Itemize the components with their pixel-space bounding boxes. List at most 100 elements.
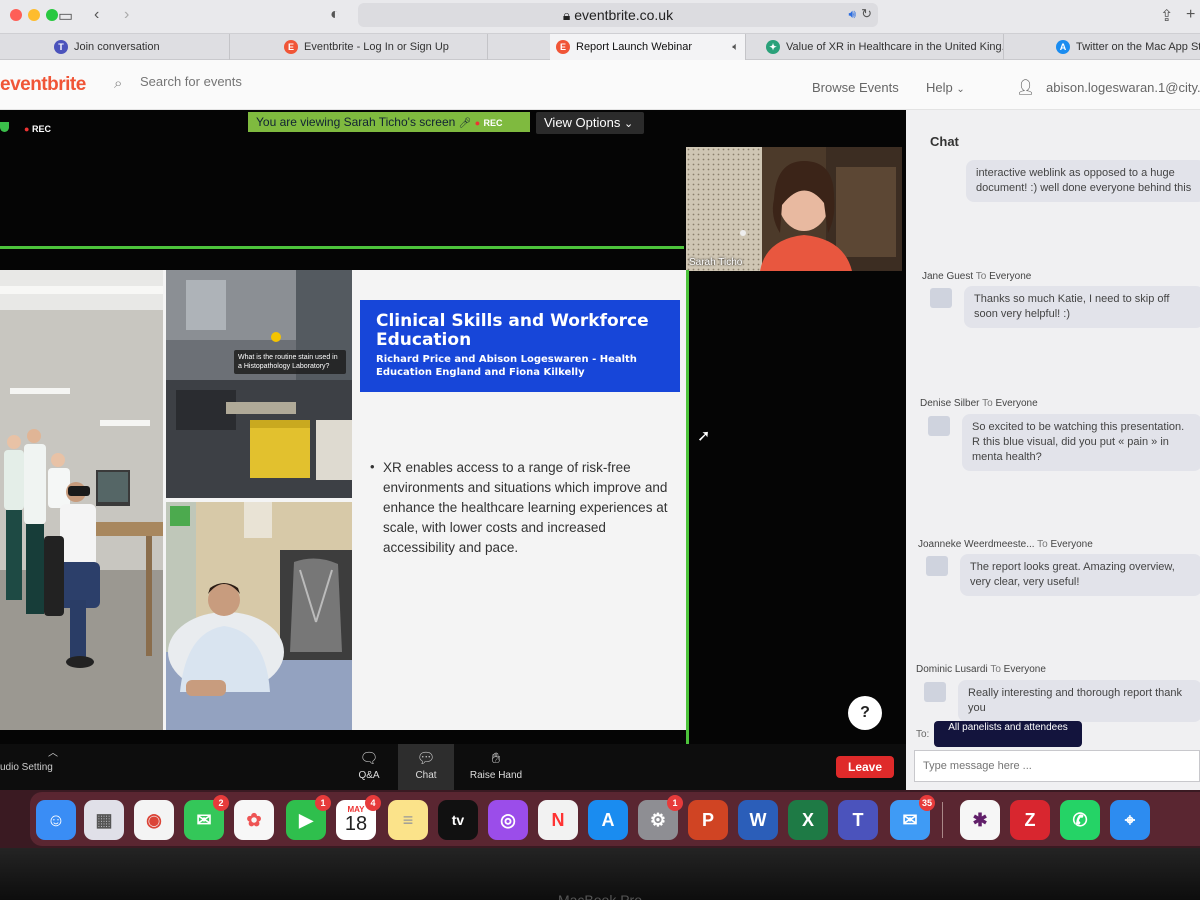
safari-icon[interactable]: ⌖ (1110, 800, 1150, 840)
news-icon[interactable]: N (538, 800, 578, 840)
audio-setting-button[interactable]: udio Setting (0, 762, 53, 773)
xr-icon: ✦ (766, 40, 780, 54)
caret-up-icon[interactable]: ︿ (48, 744, 58, 759)
chat-to-label: To: (916, 729, 930, 740)
view-options-button[interactable]: View Options ⌄ (536, 112, 644, 134)
slack-icon[interactable]: ✱ (960, 800, 1000, 840)
zoom-window-button[interactable] (46, 9, 58, 21)
facetime-icon[interactable]: ▶ 1 (286, 795, 331, 840)
user-icon[interactable]: 👤︎ (1016, 78, 1035, 96)
patient-xray-photo (166, 502, 352, 730)
whatsapp-icon[interactable]: ✆ (1060, 800, 1100, 840)
launchpad-icon[interactable]: ▦ (84, 800, 124, 840)
excel-icon[interactable]: X (788, 800, 828, 840)
zotero-icon[interactable]: Z (1010, 800, 1050, 840)
reload-icon[interactable]: ↻ (861, 6, 872, 22)
mic-muted-icon: 🎤︎ (458, 118, 472, 129)
badge: 1 (667, 795, 683, 811)
teams-icon: T (54, 40, 68, 54)
share-icon[interactable]: ⇪ (1160, 6, 1173, 26)
new-tab-icon[interactable]: + (1186, 6, 1195, 24)
help-menu[interactable]: Help ⌄ (926, 80, 965, 95)
chat-recipient-select[interactable]: All panelists and attendees (934, 721, 1082, 747)
tab-twitter-app-store[interactable]: A Twitter on the Mac App Store (1050, 34, 1200, 60)
photos-icon[interactable]: ✿ (234, 800, 274, 840)
apple-tv-icon[interactable]: tv (438, 800, 478, 840)
system-preferences-icon[interactable]: ⚙ 1 (638, 795, 683, 840)
bullet-icon: • (370, 459, 375, 474)
tab-report-launch-webinar[interactable]: E Report Launch Webinar 🔈︎ (550, 34, 746, 60)
chat-message: Really interesting and thorough report t… (958, 680, 1200, 722)
chat-header: Chat (930, 134, 959, 149)
finder-icon[interactable]: ☺ (36, 800, 76, 840)
close-window-button[interactable] (10, 9, 22, 21)
tab-join-conversation[interactable]: T Join conversation (48, 34, 230, 60)
search-input[interactable] (140, 74, 340, 89)
tab-eventbrite-login[interactable]: E Eventbrite - Log In or Sign Up (278, 34, 488, 60)
presenter-video-image (686, 147, 902, 271)
share-border-top (0, 246, 684, 249)
tab-label: Report Launch Webinar (576, 41, 692, 53)
minimize-window-button[interactable] (28, 9, 40, 21)
messages-icon[interactable]: ✉ 2 (184, 795, 229, 840)
chat-sender: Joanneke Weerdmeeste... (918, 539, 1035, 550)
search-icon[interactable]: ⌕ (114, 75, 122, 92)
teams-icon[interactable]: T (838, 800, 878, 840)
chat-meta: Dominic Lusardi To Everyone (916, 664, 1046, 675)
powerpoint-icon[interactable]: P (688, 800, 728, 840)
zoom-meeting-area: ● REC You are viewing Sarah Ticho's scre… (0, 110, 906, 790)
slide-bullet-text: XR enables access to a range of risk-fre… (383, 460, 668, 555)
chat-message-input[interactable] (914, 750, 1200, 782)
user-email[interactable]: abison.logeswaran.1@city.ac... (1046, 80, 1200, 95)
share-border-right (686, 270, 689, 745)
podcasts-icon[interactable]: ◎ (488, 800, 528, 840)
badge: 35 (918, 795, 935, 811)
recording-dot-icon: ● (24, 124, 30, 134)
forward-icon[interactable]: › (124, 6, 129, 24)
address-bar[interactable]: 🔒︎ eventbrite.co.uk 🔊︎ ↻ (358, 3, 878, 27)
lock-icon: 🔒︎ (562, 7, 571, 23)
presenter-video[interactable]: Sarah Ticho (686, 147, 902, 271)
sidebar-icon[interactable]: ▭ (58, 6, 73, 26)
chat-sender: Denise Silber (920, 398, 980, 409)
raise-hand-icon: ✋︎ (491, 750, 501, 767)
word-icon[interactable]: W (738, 800, 778, 840)
dock: ☺ ▦ ◉ ✉ 2 ✿ ▶ 1 MAY 18 4 ≡ tv ◎ N A ⚙ 1 P W… (30, 792, 1200, 846)
macbook-label: MacBook Pro (557, 892, 643, 900)
recording-dot-icon: ● (474, 118, 481, 128)
to-label: To (990, 664, 1001, 675)
chat-meta: Denise Silber To Everyone (920, 398, 1038, 409)
help-question-button[interactable]: ? (848, 696, 882, 730)
badge: 4 (365, 795, 381, 811)
app-store-icon[interactable]: A (588, 800, 628, 840)
avatar (930, 288, 952, 308)
chat-recipient: Everyone (989, 271, 1032, 282)
chat-label: Chat (415, 770, 437, 781)
qa-icon: 🗨︎ (359, 750, 379, 767)
audio-playing-icon[interactable]: 🔊︎ (848, 7, 856, 22)
presenter-name-label: Sarah Ticho (689, 257, 743, 268)
mail-icon[interactable]: ✉ 35 (890, 795, 935, 840)
tab-label: Join conversation (74, 41, 160, 53)
leave-button[interactable]: Leave (836, 756, 894, 778)
privacy-shield-icon[interactable]: ◐ (330, 6, 340, 24)
eventbrite-header: eventbrite ⌕ Browse Events Help ⌄ 👤︎ abi… (0, 60, 1200, 110)
raise-hand-button[interactable]: ✋︎ Raise Hand (466, 744, 526, 790)
screen-share-banner: You are viewing Sarah Ticho's screen 🎤︎ … (248, 112, 530, 132)
speaker-icon[interactable]: 🔈︎ (732, 34, 739, 60)
browse-events-link[interactable]: Browse Events (812, 80, 899, 95)
qa-button[interactable]: 🗨︎ Q&A (341, 744, 397, 790)
chrome-icon[interactable]: ◉ (134, 800, 174, 840)
browser-toolbar: ▭ ‹ › ◐ 🔒︎ eventbrite.co.uk 🔊︎ ↻ ⇪ + (0, 0, 1200, 34)
back-icon[interactable]: ‹ (94, 6, 99, 24)
eventbrite-logo[interactable]: eventbrite (0, 74, 86, 96)
slide-title-box: Clinical Skills and Workforce Education … (360, 300, 680, 392)
notes-icon[interactable]: ≡ (388, 800, 428, 840)
eventbrite-icon: E (556, 40, 570, 54)
slide-subtitle: Richard Price and Abison Logeswaren - He… (376, 354, 637, 378)
screen: ▭ ‹ › ◐ 🔒︎ eventbrite.co.uk 🔊︎ ↻ ⇪ + T J… (0, 0, 1200, 900)
tab-value-of-xr[interactable]: ✦ Value of XR in Healthcare in the Unite… (760, 34, 1004, 60)
chat-button[interactable]: 💬︎ Chat (398, 744, 454, 790)
calendar-icon[interactable]: MAY 18 4 (336, 795, 381, 840)
slide-title: Clinical Skills and Workforce Education (376, 311, 649, 350)
